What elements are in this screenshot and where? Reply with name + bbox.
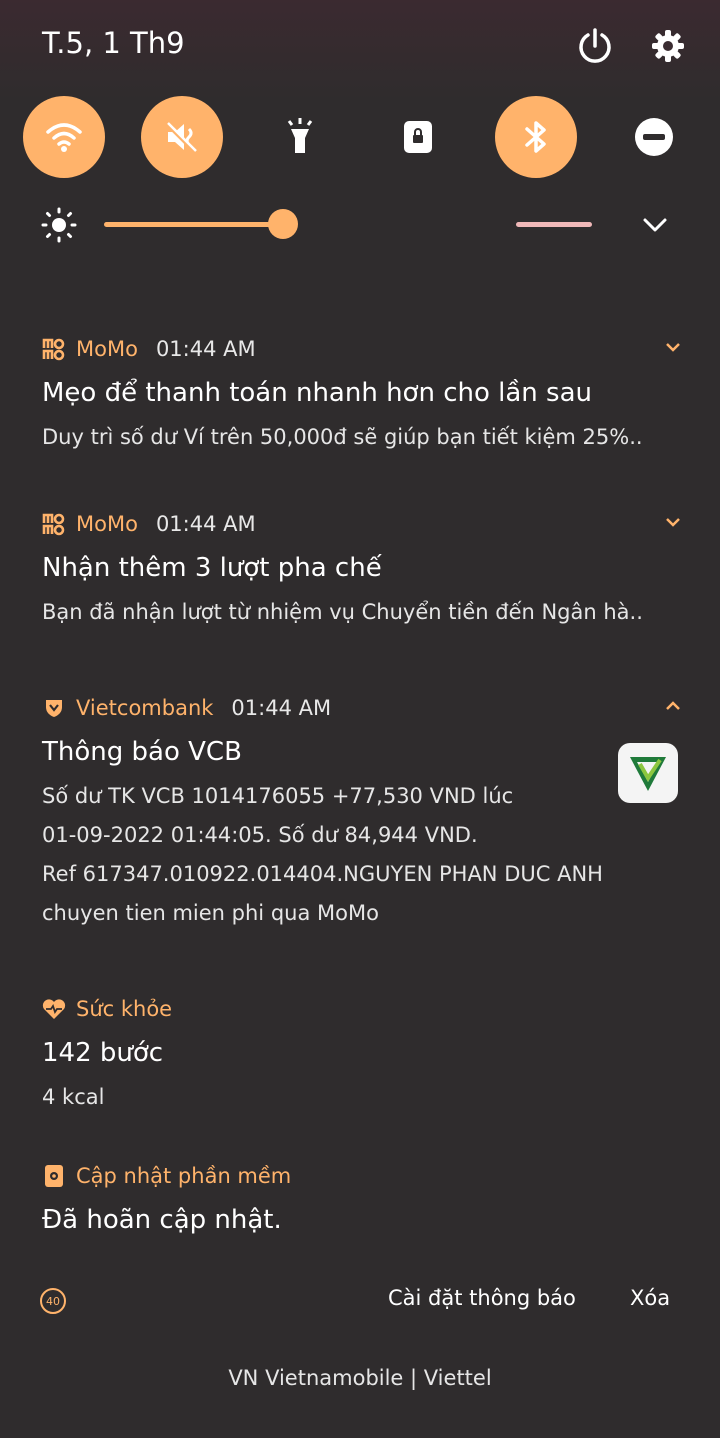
wifi-icon <box>46 123 82 152</box>
app-name: MoMo <box>76 337 138 361</box>
bluetooth-icon <box>525 121 546 153</box>
update-icon <box>42 1164 66 1188</box>
bluetooth-toggle[interactable] <box>495 96 577 178</box>
app-name: Sức khỏe <box>76 997 173 1021</box>
chevron-up-icon[interactable] <box>664 697 682 715</box>
notification-settings-button[interactable]: Cài đặt thông báo <box>388 1286 576 1310</box>
flashlight-toggle[interactable] <box>259 96 341 178</box>
notification-line: chuyen tien mien phi qua MoMo <box>42 901 379 925</box>
notification-title: Mẹo để thanh toán nhanh hơn cho lần sau <box>42 378 593 408</box>
date-label: T.5, 1 Th9 <box>42 26 185 60</box>
notification-text: 4 kcal <box>42 1085 105 1109</box>
notification-vietcombank[interactable]: Vietcombank 01:44 AM Thông báo VCB Số dư… <box>42 693 682 933</box>
do-not-disturb-toggle[interactable] <box>613 96 695 178</box>
notification-title: Thông báo VCB <box>42 737 242 767</box>
brightness-slider-thumb[interactable] <box>268 209 298 239</box>
momo-logo-icon <box>42 337 66 361</box>
chevron-down-icon[interactable] <box>664 513 682 531</box>
notification-time: 01:44 AM <box>231 696 332 720</box>
notification-line: Ref 617347.010922.014404.NGUYEN PHAN DUC… <box>42 862 603 886</box>
notification-line: Số dư TK VCB 1014176055 +77,530 VND lúc <box>42 784 514 808</box>
flashlight-icon <box>287 118 313 153</box>
vietcombank-logo-icon <box>618 743 678 803</box>
volume-muted-icon <box>164 121 198 155</box>
wifi-toggle[interactable] <box>23 96 105 178</box>
sound-toggle[interactable] <box>141 96 223 178</box>
notification-count-badge: 40 <box>40 1288 66 1314</box>
brightness-slider-track[interactable] <box>104 222 283 227</box>
notification-health[interactable]: Sức khỏe 142 bước 4 kcal <box>42 994 682 1117</box>
heart-icon <box>42 997 66 1021</box>
do-not-disturb-icon <box>635 118 673 156</box>
chevron-down-icon[interactable] <box>664 338 682 356</box>
notification-text: Duy trì số dư Ví trên 50,000đ sẽ giúp bạ… <box>42 425 643 449</box>
notification-software-update[interactable]: Cập nhật phần mềm Đã hoãn cập nhật. <box>42 1161 682 1235</box>
notification-momo-2[interactable]: MoMo 01:44 AM Nhận thêm 3 lượt pha chế B… <box>42 509 682 632</box>
lock-icon <box>404 121 432 153</box>
momo-logo-icon <box>42 512 66 536</box>
notification-time: 01:44 AM <box>155 337 256 361</box>
chevron-down-icon[interactable] <box>640 212 670 238</box>
page-indicator <box>516 222 592 227</box>
carrier-label: VN Vietnamobile | Viettel <box>228 1366 492 1390</box>
app-name: MoMo <box>76 512 138 536</box>
notification-title: Đã hoãn cập nhật. <box>42 1205 282 1235</box>
clear-all-button[interactable]: Xóa <box>630 1286 670 1310</box>
shield-icon <box>42 696 66 720</box>
settings-gear-icon[interactable] <box>648 26 688 66</box>
notification-title: 142 bước <box>42 1038 164 1068</box>
app-name: Cập nhật phần mềm <box>76 1164 292 1188</box>
rotation-lock-toggle[interactable] <box>377 96 459 178</box>
notification-time: 01:44 AM <box>155 512 256 536</box>
notification-line: 01-09-2022 01:44:05. Số dư 84,944 VND. <box>42 823 478 847</box>
notification-title: Nhận thêm 3 lượt pha chế <box>42 553 382 583</box>
notification-momo-1[interactable]: MoMo 01:44 AM Mẹo để thanh toán nhanh hơ… <box>42 334 682 457</box>
power-icon[interactable] <box>575 26 615 66</box>
brightness-icon <box>41 207 77 243</box>
app-name: Vietcombank <box>76 696 214 720</box>
notification-text: Bạn đã nhận lượt từ nhiệm vụ Chuyển tiền… <box>42 600 643 624</box>
